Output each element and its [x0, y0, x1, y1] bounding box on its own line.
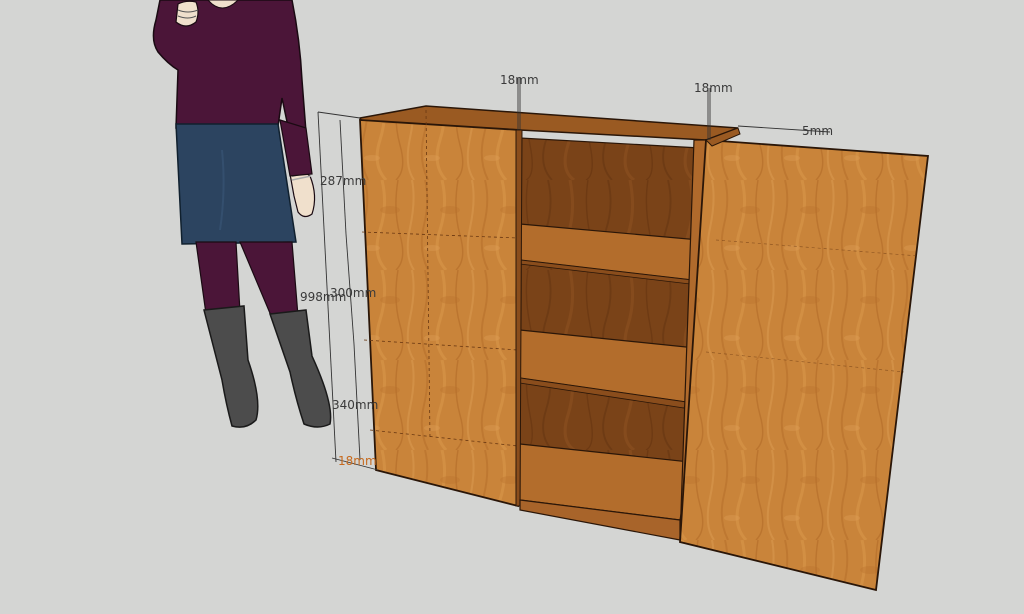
dim-label-left-thickness: 18mm	[500, 73, 539, 87]
figure-legs	[195, 241, 299, 319]
cabinet-diagram: 18mm 18mm 5mm 287mm 998mm 300mm 340mm 18…	[152, 0, 930, 592]
figure-hand-at-face	[175, 0, 199, 27]
dim-label-base-thickness: 18mm	[338, 454, 377, 468]
dim-label-door-gap: 5mm	[802, 124, 833, 138]
scale-figure	[152, 0, 332, 428]
figure-right-hand	[289, 170, 316, 218]
dim-label-bottom-section: 340mm	[332, 398, 378, 412]
figure-boots	[203, 305, 332, 428]
cabinet-model	[358, 105, 930, 592]
right-door-panel	[679, 139, 930, 592]
dim-label-top-section: 287mm	[320, 174, 366, 188]
left-door-panel	[359, 109, 521, 508]
dim-label-right-thickness: 18mm	[694, 81, 733, 95]
dim-label-middle-section: 300mm	[330, 286, 376, 300]
figure-skirt	[175, 123, 297, 245]
